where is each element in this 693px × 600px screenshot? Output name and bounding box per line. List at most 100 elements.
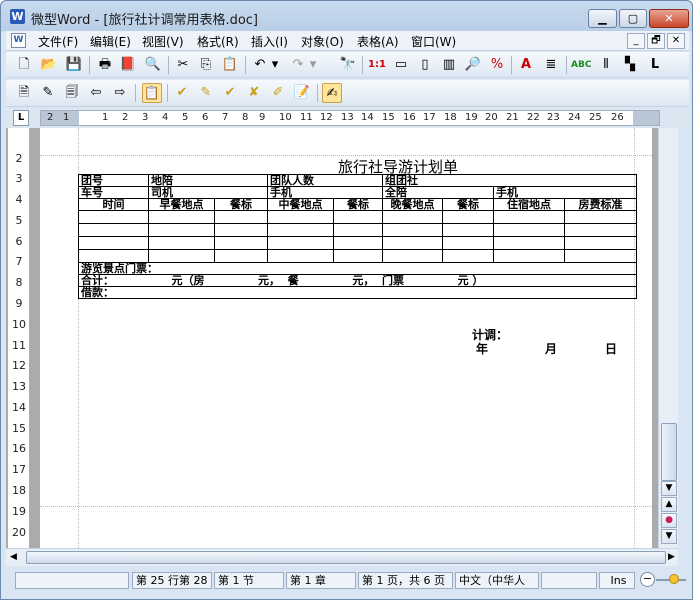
doc-minimize-button[interactable]: _ [627,33,645,49]
next-page-icon[interactable]: ▼ [661,529,677,544]
loan-cell[interactable]: 借款： [78,286,637,299]
table-cell[interactable] [493,236,565,250]
word-app-icon[interactable]: W [10,9,25,24]
table-cell[interactable] [493,210,565,224]
zoom-in-icon[interactable]: 🔎 [463,55,483,75]
font-color-icon[interactable]: A [516,55,536,75]
doc-restore-button[interactable]: 🗗 [647,33,665,49]
table-cell[interactable] [442,236,494,250]
redo-dropdown-icon[interactable]: ▾ [307,55,319,75]
table-cell[interactable] [333,236,383,250]
table-cell[interactable] [564,249,637,263]
menu-view[interactable]: 视图(V) [142,33,184,50]
highlight-icon[interactable]: ✐ [268,83,288,103]
table-cell[interactable] [267,223,334,237]
menu-edit[interactable]: 编辑(E) [90,33,131,50]
horizontal-scrollbar[interactable]: ◀ ▶ [6,548,678,566]
actual-size-icon[interactable]: 1:1 [367,55,387,75]
print-preview-icon[interactable]: 🔍 [143,55,163,75]
table-cell[interactable] [382,236,443,250]
table-cell[interactable] [267,249,334,263]
table-cell[interactable] [78,210,149,224]
next-comment-icon[interactable]: ⇨ [110,83,130,103]
menu-insert[interactable]: 插入(I) [251,33,288,50]
table-cell[interactable]: 团号 [78,174,149,187]
zoom-percent-icon[interactable]: % [487,55,507,75]
reject-all-icon[interactable]: ✘ [244,83,264,103]
page-width-icon[interactable]: ▭ [391,55,411,75]
table-cell[interactable] [333,210,383,224]
table-cell[interactable] [78,249,149,263]
table-cell[interactable]: 团队人数 [267,174,383,187]
paste-icon[interactable]: 📋 [220,55,240,75]
table-cell[interactable] [148,223,215,237]
attractions-cell[interactable]: 游览景点门票： [78,262,637,275]
document-page[interactable]: 旅行社导游计划单 团号 地陪 团队人数 组团社 车号 司机 手机 全陪 手机 时… [40,128,652,548]
table-cell[interactable] [148,210,215,224]
table-cell[interactable] [148,249,215,263]
table-cell[interactable] [564,223,637,237]
two-pages-icon[interactable]: ▥ [439,55,459,75]
scroll-right-icon[interactable]: ▶ [668,552,675,562]
prev-page-icon[interactable]: ▲ [661,497,677,512]
shading-icon[interactable]: ▚ [620,55,640,75]
redo-icon[interactable]: ↷ [288,55,308,75]
menu-window[interactable]: 窗口(W) [411,33,456,50]
tab-stop-selector[interactable]: L [13,110,29,126]
table-cell[interactable] [382,223,443,237]
table-cell[interactable] [333,223,383,237]
cut-icon[interactable]: ✂ [173,55,193,75]
table-cell[interactable] [214,210,268,224]
menu-object[interactable]: 对象(O) [301,33,344,50]
edit-list-icon[interactable]: 📝 [292,83,312,103]
save-icon[interactable]: 💾 [64,55,84,75]
scroll-thumb[interactable] [661,423,677,481]
maximize-button[interactable]: ▢ [619,9,647,28]
table-cell[interactable]: 手机 [267,186,383,199]
review-pane-icon[interactable]: ✍ [322,83,342,103]
document-icon[interactable]: W [11,33,26,48]
menu-file[interactable]: 文件(F) [38,33,78,50]
total-cell[interactable]: 合计： 元（房 元， 餐 元， 门票 元 ） [78,274,637,287]
undo-icon[interactable]: ↶ [250,55,270,75]
table-cell[interactable] [493,249,565,263]
find-binoculars-icon[interactable]: 🔭 [338,55,358,75]
minimize-button[interactable]: ▁ [588,9,617,28]
table-cell[interactable] [333,249,383,263]
horizontal-ruler[interactable]: 2 1 1 2 3 4 5 6 7 8 9 10 11 12 13 14 15 … [40,110,660,126]
open-folder-icon[interactable]: 📂 [39,55,59,75]
table-cell[interactable] [214,236,268,250]
edit-comment-icon[interactable]: ✎ [38,83,58,103]
accept-all-icon[interactable]: ✔ [220,83,240,103]
table-cell[interactable] [267,236,334,250]
table-cell[interactable]: 司机 [148,186,268,199]
delete-comment-icon[interactable]: 🗐 [62,83,82,103]
undo-dropdown-icon[interactable]: ▾ [269,55,281,75]
prev-comment-icon[interactable]: ⇦ [86,83,106,103]
track-changes-icon[interactable]: 📋 [142,83,162,103]
vertical-ruler[interactable]: 2 3 4 5 6 7 8 9 10 11 12 13 14 15 16 17 … [8,128,30,548]
scroll-left-icon[interactable]: ◀ [10,552,17,562]
table-cell[interactable]: 车号 [78,186,149,199]
copy-icon[interactable]: ⎘ [196,55,216,75]
scroll-down-icon[interactable]: ▼ [661,481,677,496]
table-cell[interactable]: 地陪 [148,174,268,187]
table-cell[interactable] [493,223,565,237]
table-cell[interactable] [267,210,334,224]
doc-close-button[interactable]: ✕ [667,33,685,49]
table-cell[interactable]: 手机 [493,186,637,199]
table-cell[interactable] [564,236,637,250]
zoom-out-icon[interactable]: − [640,572,655,587]
table-cell[interactable] [382,210,443,224]
export-pdf-icon[interactable]: 📕 [118,55,138,75]
zoom-slider-knob[interactable] [669,574,679,584]
table-cell[interactable] [214,249,268,263]
reject-change-icon[interactable]: ✎ [196,83,216,103]
table-cell[interactable]: 全陪 [382,186,494,199]
table-cell[interactable] [442,223,494,237]
table-cell[interactable] [382,249,443,263]
spell-check-icon[interactable]: ABC [571,55,591,75]
menu-format[interactable]: 格式(R) [197,33,239,50]
accept-change-icon[interactable]: ✔ [172,83,192,103]
close-button[interactable]: ✕ [649,9,689,28]
